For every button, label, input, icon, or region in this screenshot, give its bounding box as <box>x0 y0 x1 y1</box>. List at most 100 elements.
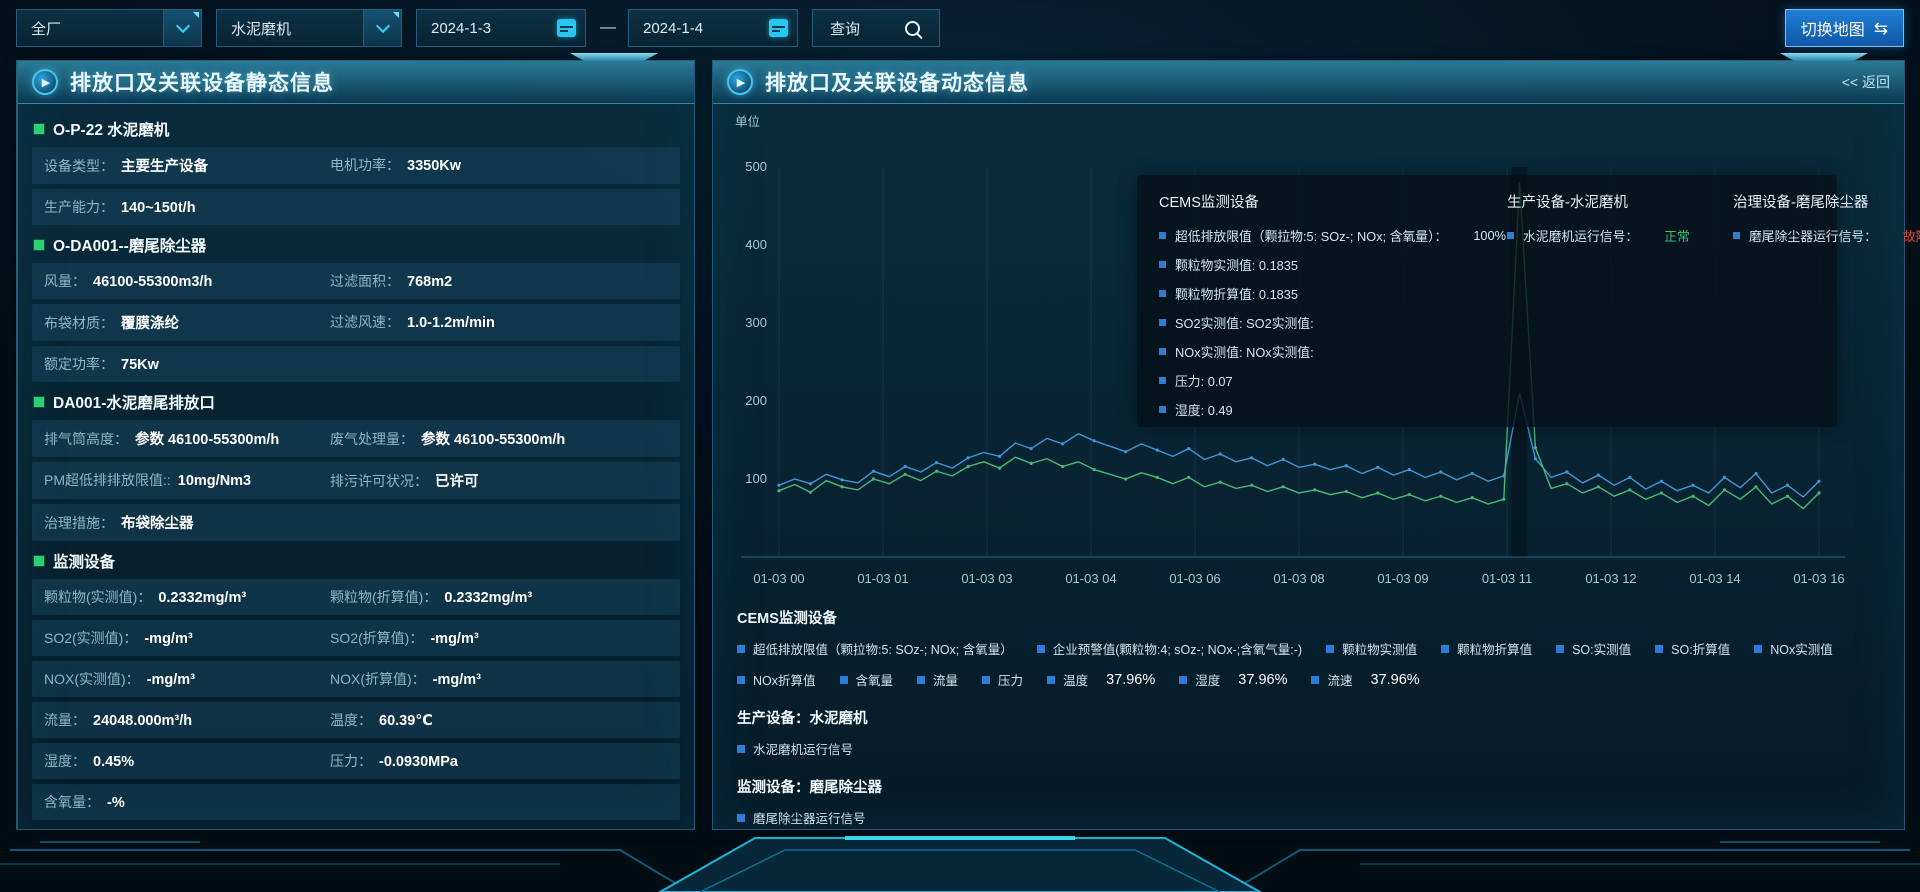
play-icon: ▶ <box>32 69 58 95</box>
blue-square-icon <box>1159 261 1166 268</box>
field-value: -0.0930MPa <box>379 754 458 770</box>
info-cell: 治理措施：布袋除尘器 <box>44 512 330 533</box>
legend-item[interactable]: 水泥磨机运行信号 <box>737 739 853 758</box>
info-cell: 废气处理量：参数 46100-55300m/h <box>330 428 668 449</box>
legend-item[interactable]: 颗粒物折算值 <box>1441 639 1532 658</box>
field-value: 768m2 <box>407 274 452 290</box>
info-cell: 温度：60.39℃ <box>330 710 668 730</box>
blue-square-icon <box>1159 232 1166 239</box>
svg-text:01-03 08: 01-03 08 <box>1273 571 1324 586</box>
section-title: 监测设备 <box>53 550 115 572</box>
plant-select-value: 全厂 <box>31 18 61 39</box>
svg-text:500: 500 <box>745 159 767 174</box>
field-label: 电机功率： <box>330 155 400 175</box>
info-cell: 电机功率：3350Kw <box>330 155 668 176</box>
info-row: 额定功率：75Kw <box>32 346 680 382</box>
svg-text:01-03 00: 01-03 00 <box>753 571 804 586</box>
tooltip-item-text: 压力: 0.07 <box>1175 371 1233 390</box>
legend-item[interactable]: 超低排放限值（颗拉物:5: SOz-; NOx; 含氧量） <box>737 639 1013 658</box>
date-to-input[interactable]: 2024-1-4 <box>628 9 798 47</box>
legend-item[interactable]: 流速37.96% <box>1311 670 1419 689</box>
tooltip-item-text: SO2实测值: SO2实测值: <box>1175 313 1314 332</box>
section-header: DA001-水泥磨尾排放口 <box>34 391 678 413</box>
legend-label: SO:折算值 <box>1671 639 1730 658</box>
chevron-down-icon <box>363 10 401 46</box>
legend-label: 压力 <box>998 670 1023 689</box>
back-link[interactable]: << 返回 <box>1842 72 1890 92</box>
field-label: 布袋材质： <box>44 313 114 333</box>
legend-square-icon <box>1556 645 1564 653</box>
svg-text:01-03 16: 01-03 16 <box>1793 571 1844 586</box>
legend-label: 磨尾除尘器运行信号 <box>753 808 866 827</box>
legend-item[interactable]: 含氧量 <box>840 670 894 689</box>
green-square-icon <box>34 124 44 134</box>
legend-prod-title: 生产设备：水泥磨机 <box>737 707 1880 728</box>
field-label: 温度： <box>330 710 372 730</box>
legend-square-icon <box>1179 676 1187 684</box>
tooltip-item-text: 颗粒物实测值: 0.1835 <box>1175 255 1298 274</box>
plant-select[interactable]: 全厂 <box>16 9 202 47</box>
device-select[interactable]: 水泥磨机 <box>216 9 402 47</box>
field-label: 设备类型： <box>44 156 114 176</box>
tooltip-item: NOx实测值: NOx实测值: <box>1159 342 1477 361</box>
svg-text:01-03 12: 01-03 12 <box>1585 571 1636 586</box>
section-header: O-P-22 水泥磨机 <box>34 118 678 140</box>
field-label: SO2(实测值)： <box>44 628 137 648</box>
field-label: 压力： <box>330 751 372 771</box>
legend-square-icon <box>1754 645 1762 653</box>
svg-text:01-03 11: 01-03 11 <box>1482 571 1532 586</box>
legend-item[interactable]: 流量 <box>917 670 958 689</box>
dynamic-panel-title: 排放口及关联设备动态信息 <box>765 67 1029 97</box>
field-value: 已许可 <box>435 470 479 491</box>
field-value: 24048.000m³/h <box>93 713 192 729</box>
legend-item[interactable]: 磨尾除尘器运行信号 <box>737 808 866 827</box>
info-row: NOX(实测值)：-mg/m³NOX(折算值)：-mg/m³ <box>32 661 680 697</box>
chart-legend: CEMS监测设备 超低排放限值（颗拉物:5: SOz-; NOx; 含氧量）企业… <box>737 599 1880 839</box>
legend-item[interactable]: NOx实测值 <box>1754 639 1833 658</box>
legend-square-icon <box>1655 645 1663 653</box>
info-row: 含氧量：-% <box>32 784 680 820</box>
legend-item[interactable]: 压力 <box>982 670 1023 689</box>
svg-text:300: 300 <box>745 315 767 330</box>
info-cell: SO2(实测值)：-mg/m³ <box>44 628 330 648</box>
legend-item[interactable]: NOx折算值 <box>737 670 816 689</box>
legend-square-icon <box>737 676 745 684</box>
calendar-icon <box>769 19 788 37</box>
field-value: -mg/m³ <box>147 672 195 688</box>
field-label: 湿度： <box>44 751 86 771</box>
date-range-separator: — <box>600 19 616 37</box>
legend-label: 颗粒物实测值 <box>1342 639 1417 658</box>
legend-label: 流速 <box>1327 670 1352 689</box>
legend-square-icon <box>737 814 745 822</box>
info-cell: NOX(实测值)：-mg/m³ <box>44 669 330 689</box>
field-label: 排污许可状况： <box>330 471 428 491</box>
section-header: 监测设备 <box>34 550 678 572</box>
dynamic-info-panel: ▶ 排放口及关联设备动态信息 << 返回 单位 01-03 0001-03 01… <box>712 60 1905 830</box>
legend-item[interactable]: 颗粒物实测值 <box>1326 639 1417 658</box>
legend-square-icon <box>1326 645 1334 653</box>
legend-item[interactable]: 温度37.96% <box>1047 670 1155 689</box>
legend-item[interactable]: 企业预警值(颗粒物:4; sOz-; NOx-;含氧气量:-) <box>1037 639 1302 658</box>
date-from-input[interactable]: 2024-1-3 <box>416 9 586 47</box>
play-icon: ▶ <box>727 69 753 95</box>
legend-item[interactable]: SO:实测值 <box>1556 639 1631 658</box>
tooltip-column: 生产设备-水泥磨机水泥磨机运行信号：正常 <box>1507 191 1703 411</box>
info-cell: 湿度：0.45% <box>44 751 330 771</box>
svg-text:400: 400 <box>745 237 767 252</box>
tooltip-column: 治理设备-磨尾除尘器磨尾除尘器运行信号：故障 <box>1733 191 1920 411</box>
info-row: 治理措施：布袋除尘器 <box>32 504 680 541</box>
green-square-icon <box>34 397 44 407</box>
legend-item[interactable]: 湿度37.96% <box>1179 670 1287 689</box>
legend-square-icon <box>1047 676 1055 684</box>
field-value: 0.2332mg/m³ <box>158 590 246 606</box>
switch-map-button[interactable]: 切换地图 ⇆ <box>1785 9 1904 47</box>
info-cell: 排污许可状况： 已许可 <box>330 470 668 491</box>
topbar: 全厂 水泥磨机 2024-1-3 — 2024-1-4 查询 切换地图 ⇆ <box>16 8 1904 48</box>
legend-label: 流量 <box>933 670 958 689</box>
info-row: 流量：24048.000m³/h温度：60.39℃ <box>32 702 680 738</box>
blue-square-icon <box>1159 406 1166 413</box>
query-button[interactable]: 查询 <box>812 9 940 47</box>
legend-item[interactable]: SO:折算值 <box>1655 639 1730 658</box>
tooltip-column-title: CEMS监测设备 <box>1159 191 1477 212</box>
field-label: PM超低排排放限值:: <box>44 470 171 490</box>
